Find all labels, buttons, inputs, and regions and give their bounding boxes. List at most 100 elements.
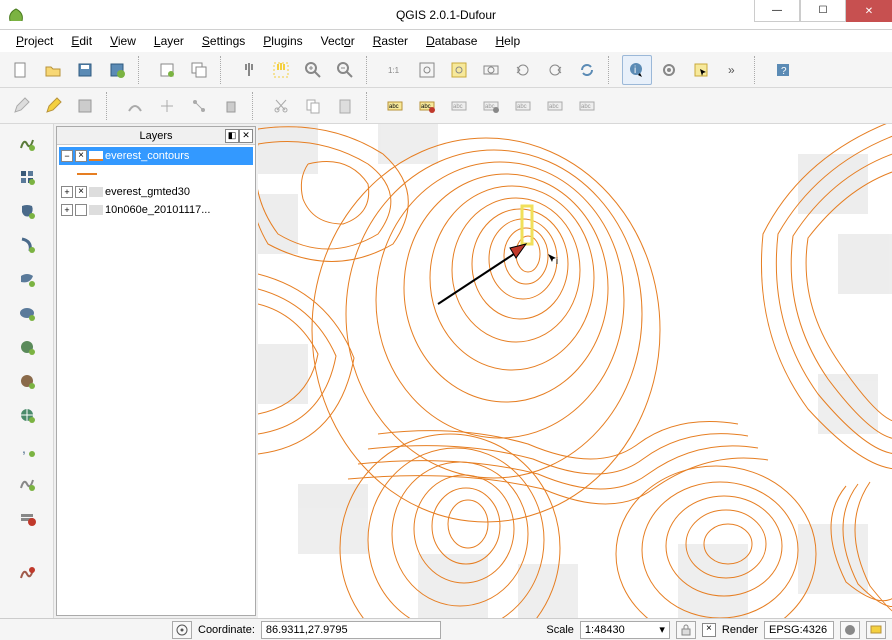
- zoom-in-button[interactable]: [298, 55, 328, 85]
- move-feature-button[interactable]: [152, 91, 182, 121]
- scale-label: Scale: [546, 624, 574, 636]
- scale-field[interactable]: 1:48430▾: [580, 621, 670, 639]
- menu-database[interactable]: Database: [418, 32, 485, 50]
- layer-checkbox[interactable]: [75, 204, 87, 216]
- add-wms-button[interactable]: [12, 332, 42, 362]
- save-project-button[interactable]: [70, 55, 100, 85]
- annotation-arrow: [438, 244, 526, 304]
- cut-button[interactable]: [266, 91, 296, 121]
- expand-icon[interactable]: −: [61, 150, 73, 162]
- layer-tree[interactable]: − × everest_contours + × everest_gmted30…: [57, 145, 255, 615]
- maximize-button[interactable]: ☐: [800, 0, 846, 22]
- layer-row-gmted[interactable]: + × everest_gmted30: [59, 183, 253, 201]
- menu-edit[interactable]: Edit: [63, 32, 100, 50]
- layer-checkbox[interactable]: ×: [75, 186, 87, 198]
- zoom-next-button[interactable]: [540, 55, 570, 85]
- coordinate-field[interactable]: 86.9311,27.9795: [261, 621, 441, 639]
- minimize-button[interactable]: —: [754, 0, 800, 22]
- label-pin-button[interactable]: abc: [444, 91, 474, 121]
- label-highlight-button[interactable]: abc: [412, 91, 442, 121]
- menu-vector[interactable]: Vector: [313, 32, 363, 50]
- label-props-button[interactable]: abc: [572, 91, 602, 121]
- scale-lock-button[interactable]: [676, 621, 696, 639]
- panel-close-button[interactable]: ✕: [239, 129, 253, 143]
- svg-text:1:1: 1:1: [388, 66, 400, 75]
- save-edits-button[interactable]: [70, 91, 100, 121]
- remove-layer-button[interactable]: [12, 502, 42, 532]
- copy-button[interactable]: [298, 91, 328, 121]
- zoom-last-button[interactable]: [508, 55, 538, 85]
- crs-button[interactable]: [840, 621, 860, 639]
- close-button[interactable]: ✕: [846, 0, 892, 22]
- gps-button[interactable]: [12, 558, 42, 588]
- expand-icon[interactable]: +: [61, 186, 73, 198]
- svg-text:,: ,: [22, 440, 26, 456]
- panel-dock-button[interactable]: ◧: [225, 129, 239, 143]
- add-wcs-button[interactable]: [12, 366, 42, 396]
- options-button[interactable]: [654, 55, 684, 85]
- add-oracle-button[interactable]: [12, 298, 42, 328]
- paste-button[interactable]: [330, 91, 360, 121]
- toggle-edit-button[interactable]: [6, 91, 36, 121]
- menu-project[interactable]: Project: [8, 32, 61, 50]
- add-mssql-button[interactable]: [12, 264, 42, 294]
- add-postgis-button[interactable]: [12, 196, 42, 226]
- layer-swatch: [89, 151, 103, 161]
- edit-pencil-button[interactable]: [38, 91, 68, 121]
- layer-row-dem[interactable]: + 10n060e_20101117...: [59, 201, 253, 219]
- toggle-extents-button[interactable]: [172, 621, 192, 639]
- identify-cursor: i: [548, 254, 558, 266]
- new-project-button[interactable]: [6, 55, 36, 85]
- add-delimited-button[interactable]: ,: [12, 434, 42, 464]
- render-label: Render: [722, 624, 758, 636]
- menu-settings[interactable]: Settings: [194, 32, 253, 50]
- crs-field[interactable]: EPSG:4326: [764, 621, 834, 639]
- pan-button[interactable]: [234, 55, 264, 85]
- composer-manager-button[interactable]: [184, 55, 214, 85]
- layer-row-contours[interactable]: − × everest_contours: [59, 147, 253, 165]
- zoom-out-button[interactable]: [330, 55, 360, 85]
- menu-help[interactable]: Help: [487, 32, 528, 50]
- label-move-button[interactable]: abc: [508, 91, 538, 121]
- add-spatialite-button[interactable]: [12, 230, 42, 260]
- svg-text:?: ?: [781, 66, 787, 77]
- zoom-full-button[interactable]: [412, 55, 442, 85]
- pan-selection-button[interactable]: [266, 55, 296, 85]
- new-shapefile-button[interactable]: [12, 468, 42, 498]
- delete-feature-button[interactable]: [216, 91, 246, 121]
- expand-icon[interactable]: +: [61, 204, 73, 216]
- menu-plugins[interactable]: Plugins: [255, 32, 310, 50]
- label-show-button[interactable]: abc: [476, 91, 506, 121]
- toolbar-overflow[interactable]: »: [718, 55, 748, 85]
- layers-panel-title: Layers: [139, 130, 172, 142]
- status-bar: Coordinate: 86.9311,27.9795 Scale 1:4843…: [0, 618, 892, 640]
- save-as-button[interactable]: [102, 55, 132, 85]
- add-wfs-button[interactable]: [12, 400, 42, 430]
- add-feature-button[interactable]: [120, 91, 150, 121]
- add-vector-button[interactable]: [12, 128, 42, 158]
- zoom-layer-button[interactable]: [476, 55, 506, 85]
- layer-checkbox[interactable]: ×: [75, 150, 87, 162]
- label-rotate-button[interactable]: abc: [540, 91, 570, 121]
- map-canvas[interactable]: i: [258, 124, 892, 618]
- help-button[interactable]: ?: [768, 55, 798, 85]
- zoom-selection-button[interactable]: [444, 55, 474, 85]
- messages-button[interactable]: [866, 621, 886, 639]
- select-button[interactable]: [686, 55, 716, 85]
- svg-text:abc: abc: [517, 104, 527, 110]
- add-raster-button[interactable]: [12, 162, 42, 192]
- menu-layer[interactable]: Layer: [146, 32, 192, 50]
- open-project-button[interactable]: [38, 55, 68, 85]
- refresh-button[interactable]: [572, 55, 602, 85]
- left-toolbar: ,: [0, 124, 54, 618]
- menu-view[interactable]: View: [102, 32, 144, 50]
- menu-raster[interactable]: Raster: [365, 32, 416, 50]
- window-title: QGIS 2.0.1-Dufour: [396, 8, 496, 22]
- zoom-native-button[interactable]: 1:1: [380, 55, 410, 85]
- label-abc-button[interactable]: abc: [380, 91, 410, 121]
- app-icon: [6, 5, 26, 25]
- node-tool-button[interactable]: [184, 91, 214, 121]
- identify-button[interactable]: i: [622, 55, 652, 85]
- new-composer-button[interactable]: [152, 55, 182, 85]
- render-checkbox[interactable]: ×: [702, 623, 716, 637]
